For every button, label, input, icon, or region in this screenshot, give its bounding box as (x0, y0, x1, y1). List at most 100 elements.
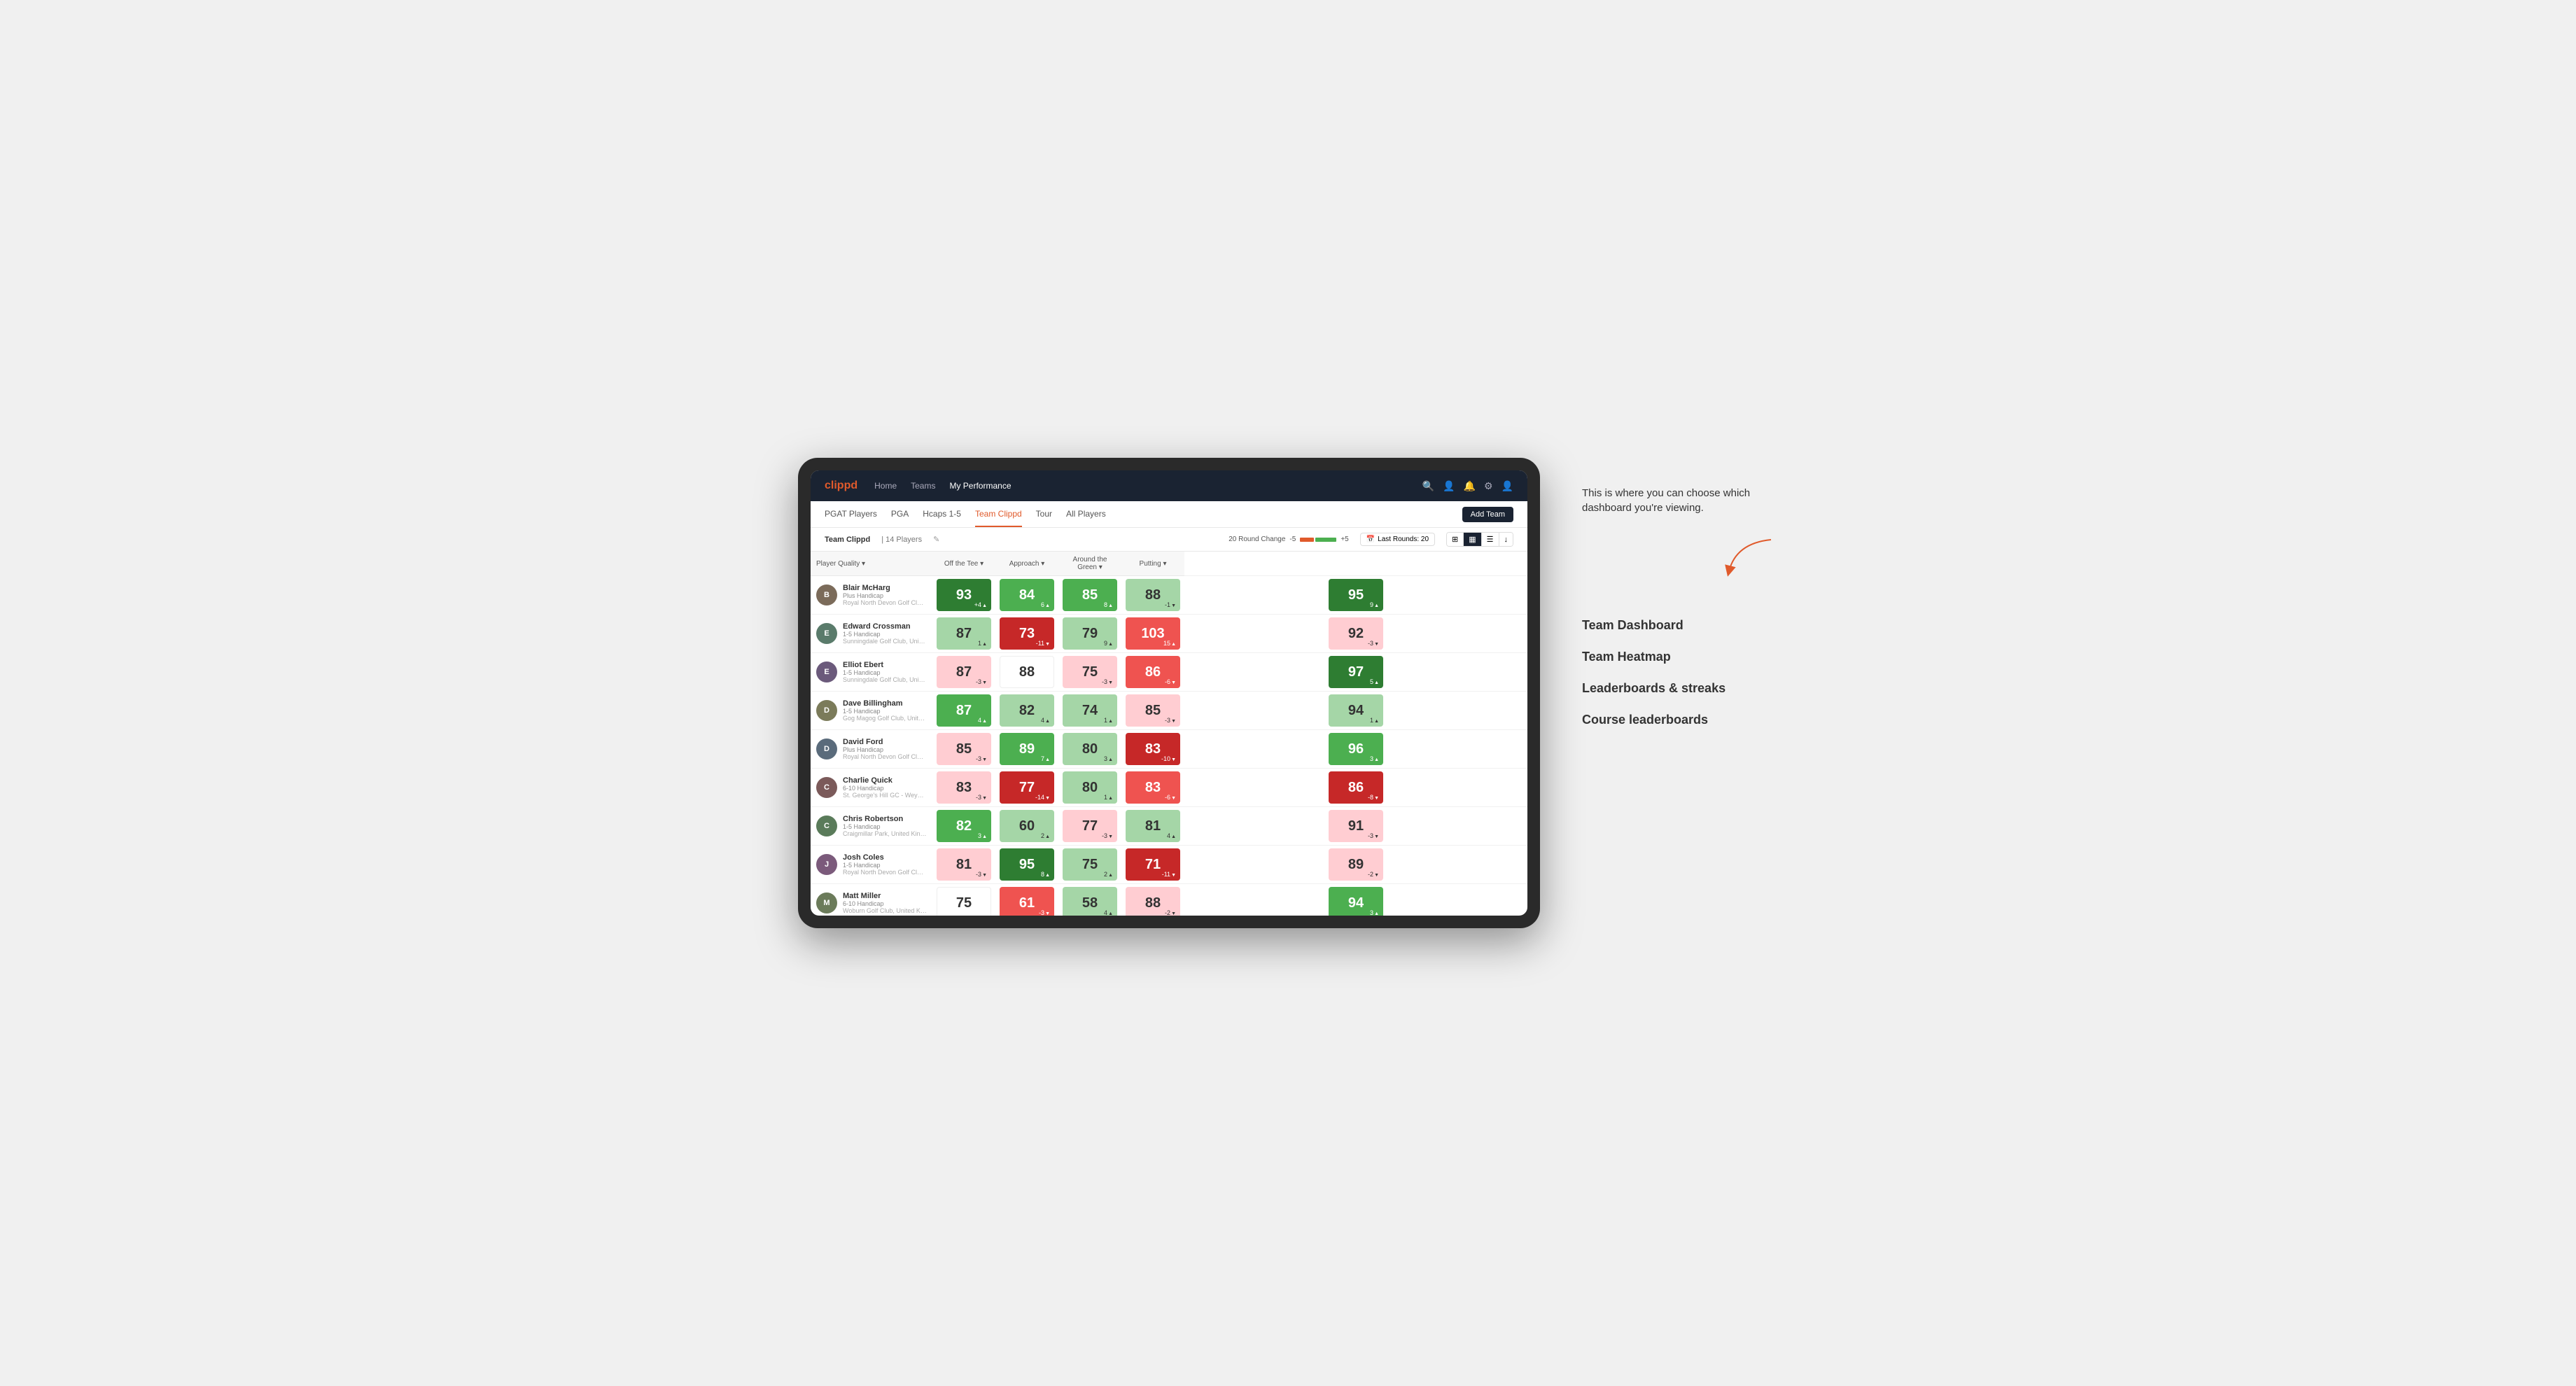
player-handicap: 1-5 Handicap (843, 708, 927, 715)
score-box: 103 15 (1126, 617, 1180, 650)
score-number: 74 (1082, 704, 1098, 718)
score-change: 3 (978, 832, 987, 839)
score-number: 89 (1348, 858, 1364, 872)
table-row[interactable]: D David Ford Plus Handicap Royal North D… (811, 730, 1527, 769)
header-putting: Putting ▾ (1121, 552, 1184, 576)
subnav-tour[interactable]: Tour (1036, 502, 1052, 527)
player-club: Sunningdale Golf Club, United Kingdom (843, 676, 927, 683)
score-change: 4 (1104, 909, 1113, 916)
player-info: Charlie Quick 6-10 Handicap St. George's… (843, 776, 927, 799)
nav-link-teams[interactable]: Teams (911, 478, 935, 493)
score-box: 73 -11 (1000, 617, 1054, 650)
score-change: -11 (1036, 640, 1050, 647)
nav-links: Home Teams My Performance (874, 478, 1422, 493)
player-cell: D David Ford Plus Handicap Royal North D… (811, 730, 932, 769)
view-list-button[interactable]: ☰ (1482, 533, 1499, 546)
table-row[interactable]: C Charlie Quick 6-10 Handicap St. George… (811, 769, 1527, 807)
tee-score: 95 8 (995, 846, 1058, 884)
bar-positive (1315, 538, 1336, 542)
player-handicap: 1-5 Handicap (843, 669, 927, 676)
table-row[interactable]: E Elliot Ebert 1-5 Handicap Sunningdale … (811, 653, 1527, 692)
quality-score: 87 4 (932, 692, 995, 730)
score-box: 82 3 (937, 810, 991, 842)
avatar: J (816, 854, 837, 875)
score-change: -6 (1165, 794, 1176, 801)
player-club: St. George's Hill GC - Weybridge, Surrey… (843, 792, 927, 799)
player-info: Matt Miller 6-10 Handicap Woburn Golf Cl… (843, 892, 927, 914)
score-number: 83 (1145, 780, 1161, 794)
settings-icon[interactable]: ⚙ (1484, 480, 1493, 492)
table-row[interactable]: C Chris Robertson 1-5 Handicap Craigmill… (811, 807, 1527, 846)
score-box: 80 1 (1063, 771, 1117, 804)
score-change: 4 (1041, 717, 1050, 724)
score-box: 83 -3 (937, 771, 991, 804)
score-change: -8 (1368, 794, 1379, 801)
nav-link-performance[interactable]: My Performance (949, 478, 1011, 493)
score-change: -3 (1368, 832, 1379, 839)
score-number: 79 (1082, 626, 1098, 640)
score-box: 89 -2 (1329, 848, 1383, 881)
score-number: 77 (1082, 819, 1098, 833)
putting-score: 97 5 (1184, 653, 1527, 692)
score-change: 9 (1370, 601, 1379, 608)
annotation-item-dashboard: Team Dashboard (1582, 610, 1778, 641)
header-around: Around the Green ▾ (1058, 552, 1121, 576)
table-row[interactable]: J Josh Coles 1-5 Handicap Royal North De… (811, 846, 1527, 884)
subnav-hcaps[interactable]: Hcaps 1-5 (923, 502, 961, 527)
last-rounds-button[interactable]: 📅 Last Rounds: 20 (1360, 533, 1435, 546)
player-cell: E Elliot Ebert 1-5 Handicap Sunningdale … (811, 653, 932, 692)
table-row[interactable]: B Blair McHarg Plus Handicap Royal North… (811, 576, 1527, 615)
player-cell: B Blair McHarg Plus Handicap Royal North… (811, 576, 932, 615)
approach-score: 80 1 (1058, 769, 1121, 807)
score-box: 87 4 (937, 694, 991, 727)
user-icon[interactable]: 👤 (1443, 480, 1455, 492)
subnav-pga[interactable]: PGA (891, 502, 909, 527)
player-handicap: 1-5 Handicap (843, 862, 927, 869)
subnav-team-clippd[interactable]: Team Clippd (975, 502, 1022, 527)
player-name: Dave Billingham (843, 699, 927, 708)
bell-icon[interactable]: 🔔 (1464, 480, 1476, 492)
player-info: Dave Billingham 1-5 Handicap Gog Magog G… (843, 699, 927, 722)
score-number: 88 (1145, 588, 1161, 602)
subnav-all-players[interactable]: All Players (1066, 502, 1106, 527)
view-grid-button[interactable]: ⊞ (1447, 533, 1464, 546)
nav-link-home[interactable]: Home (874, 478, 897, 493)
score-box: 95 8 (1000, 848, 1054, 881)
header-approach: Approach ▾ (995, 552, 1058, 576)
add-team-button[interactable]: Add Team (1462, 507, 1513, 522)
approach-score: 58 4 (1058, 884, 1121, 916)
annotation-text: This is where you can choose which dashb… (1582, 486, 1778, 515)
approach-score: 74 1 (1058, 692, 1121, 730)
player-cell: J Josh Coles 1-5 Handicap Royal North De… (811, 846, 932, 884)
score-number: 95 (1348, 588, 1364, 602)
score-change: -2 (1368, 871, 1379, 878)
search-icon[interactable]: 🔍 (1422, 480, 1434, 492)
table-row[interactable]: E Edward Crossman 1-5 Handicap Sunningda… (811, 615, 1527, 653)
approach-score: 75 -3 (1058, 653, 1121, 692)
edit-icon[interactable]: ✎ (933, 535, 939, 544)
player-name: Blair McHarg (843, 584, 927, 592)
putting-score: 94 1 (1184, 692, 1527, 730)
score-box: 86 -6 (1126, 656, 1180, 688)
table-row[interactable]: M Matt Miller 6-10 Handicap Woburn Golf … (811, 884, 1527, 916)
player-name: Edward Crossman (843, 622, 927, 631)
subnav-pgat[interactable]: PGAT Players (825, 502, 877, 527)
putting-score: 92 -3 (1184, 615, 1527, 653)
score-number: 94 (1348, 704, 1364, 718)
score-number: 82 (956, 819, 972, 833)
score-change: -6 (1165, 678, 1176, 685)
view-download-button[interactable]: ↓ (1499, 533, 1513, 546)
table-row[interactable]: D Dave Billingham 1-5 Handicap Gog Magog… (811, 692, 1527, 730)
score-number: 75 (1082, 665, 1098, 679)
score-box: 74 1 (1063, 694, 1117, 727)
avatar-icon[interactable]: 👤 (1502, 480, 1513, 492)
score-change: -3 (1368, 640, 1379, 647)
player-handicap: 1-5 Handicap (843, 631, 927, 638)
view-heatmap-button[interactable]: ▦ (1464, 533, 1481, 546)
quality-score: 87 -3 (932, 653, 995, 692)
score-box: 81 -3 (937, 848, 991, 881)
score-change: 3 (1104, 755, 1113, 762)
score-change: 4 (978, 717, 987, 724)
score-number: 103 (1141, 626, 1164, 640)
score-change: 3 (1370, 909, 1379, 916)
